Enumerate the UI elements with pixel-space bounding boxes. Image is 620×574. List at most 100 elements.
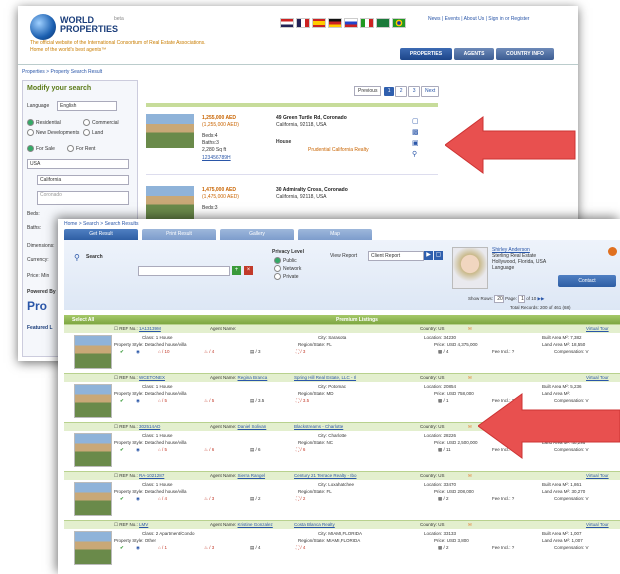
tab-map[interactable]: Map [298,229,372,240]
map-icon[interactable]: ▣ [412,138,419,149]
view-report-select[interactable]: Client Report [368,251,424,261]
city-input[interactable]: Coronado [37,191,129,205]
globe-icon[interactable]: ◉ [136,446,140,453]
email-icon[interactable]: ✉ [468,423,472,431]
ref-value[interactable]: 302514AD [139,424,160,429]
language-flags[interactable] [280,18,408,30]
listing-photo[interactable] [74,482,112,516]
search-input[interactable] [138,266,230,276]
flag-it-icon[interactable] [360,18,374,28]
listing-photo[interactable] [146,114,194,148]
globe-icon[interactable]: ◉ [136,544,140,551]
radio-new-developments[interactable]: New Developments [27,129,79,136]
agency-value[interactable]: Costa Blanca Realty [294,521,335,529]
language-select[interactable]: English [57,101,117,111]
globe-icon[interactable]: ◉ [136,397,140,404]
agency-value[interactable]: Century 21 Terrace Realty - Ibo [294,472,356,480]
page-1-button[interactable]: 1 [384,87,395,96]
page-2-button[interactable]: 2 [395,86,408,97]
virtual-tour-link[interactable]: Virtual Tour [586,521,609,529]
view-report-go-button[interactable]: ▶ [424,251,433,260]
agent-value[interactable]: Daniel Solivan [238,424,267,429]
photos-icon[interactable]: ▩ / 4 [438,348,449,355]
breadcrumb[interactable]: Properties > Property Search Result [22,69,102,75]
virtual-tour-link[interactable]: Virtual Tour [586,472,609,480]
agent-value[interactable]: Sierra Rangel [238,473,266,478]
print-icon[interactable]: ▢ [412,116,419,127]
agent-label: Agent Name: Kristine Gonzalez [210,522,273,527]
virtual-tour-link[interactable]: Virtual Tour [586,325,609,333]
prev-button[interactable]: Previous [354,86,382,96]
agent-label: Agent Name: Regina Branca [210,375,268,380]
photos-icon[interactable]: ▩ / 2 [438,495,449,502]
show-rows-select[interactable]: 20 [494,295,504,303]
ref-value[interactable]: 1A13139M [139,326,161,331]
listing-title[interactable]: 30 Admiralty Cross, Coronado [276,187,348,193]
agent-value[interactable]: Kristine Gonzalez [238,522,273,527]
agent-value[interactable]: Regina Branca [238,375,268,380]
photos-icon[interactable]: ▩ / 11 [438,446,451,453]
privacy-network[interactable]: Network [274,265,301,273]
message-icon[interactable]: ▩ [412,127,419,138]
contact-button[interactable]: Contact [558,275,616,287]
ref-value[interactable]: RA-1021287 [139,473,164,478]
ref-value[interactable]: WCETONEX [139,375,165,380]
agency-value[interactable]: Spring Hill Real Estate, LLC - Il [294,374,356,382]
select-all[interactable]: Select All [72,317,94,323]
nav-agents[interactable]: AGENTS [454,48,494,60]
radio-residential[interactable]: Residential [27,119,61,126]
next-button[interactable]: Next [421,86,440,97]
tab-print-result[interactable]: Print Result [142,229,216,240]
flag-fr-icon[interactable] [296,18,310,28]
add-search-button[interactable]: + [232,266,241,275]
photos-icon[interactable]: ▩ / 1 [438,397,449,404]
photos-icon[interactable]: ▩ / 2 [438,544,449,551]
email-icon[interactable]: ✉ [468,521,472,529]
email-icon[interactable]: ✉ [468,374,472,382]
flag-br-icon[interactable] [392,18,406,28]
zoom-icon[interactable]: ⚲ [412,149,419,160]
radio-for-rent[interactable]: For Rent [67,145,95,152]
email-icon[interactable]: ✉ [468,325,472,333]
page-input[interactable]: 1 [518,295,525,303]
page-nav-icon[interactable]: ▶▶ [538,296,545,301]
state-select[interactable]: California [37,175,129,185]
page-3-button[interactable]: 3 [408,86,421,97]
radio-for-sale[interactable]: For Sale [27,145,55,152]
listing-id[interactable]: 123456789H [202,155,231,161]
flag-ru-icon[interactable] [344,18,358,28]
country-select[interactable]: USA [27,159,129,169]
agency-value[interactable]: Blackstreams - Charlotte [294,423,343,431]
listing-photo[interactable] [146,186,194,220]
globe-icon[interactable]: ◉ [136,495,140,502]
listing-title[interactable]: 49 Green Turtle Rd, Coronado [276,115,347,121]
ref-value[interactable]: LMV [139,522,148,527]
tab-get-result[interactable]: Get Result [64,229,138,240]
flag-sa-icon[interactable] [376,18,390,28]
top-links[interactable]: News | Events | About Us | Sign in or Re… [428,16,548,23]
listing-photo[interactable] [74,335,112,369]
breadcrumb[interactable]: Home > Search > Search Results [64,221,138,227]
virtual-tour-link[interactable]: Virtual Tour [586,374,609,382]
radio-commercial[interactable]: Commercial [83,119,119,126]
listing-photo[interactable] [74,531,112,565]
view-report-print-button[interactable]: ▢ [434,251,443,260]
clear-search-button[interactable]: × [244,266,253,275]
agent-avatar[interactable] [452,247,488,289]
privacy-private[interactable]: Private [274,273,301,281]
flag-es-icon[interactable] [312,18,326,28]
bedroom-icon: ⌂ / 4 [158,496,167,501]
flag-de-icon[interactable] [328,18,342,28]
globe-icon[interactable]: ◉ [136,348,140,355]
listing-photo[interactable] [74,433,112,467]
nav-country-info[interactable]: COUNTRY INFO [496,48,554,60]
flag-uk-icon[interactable] [280,18,294,28]
tab-gallery[interactable]: Gallery [220,229,294,240]
nav-properties[interactable]: PROPERTIES [400,48,452,60]
privacy-public[interactable]: Public [274,257,301,265]
email-icon[interactable]: ✉ [468,472,472,480]
listing-photo[interactable] [74,384,112,418]
listing-agency[interactable]: Prudential California Realty [308,147,369,153]
site-logo[interactable]: WORLD PROPERTIES [60,16,118,34]
radio-land[interactable]: Land [83,129,103,136]
